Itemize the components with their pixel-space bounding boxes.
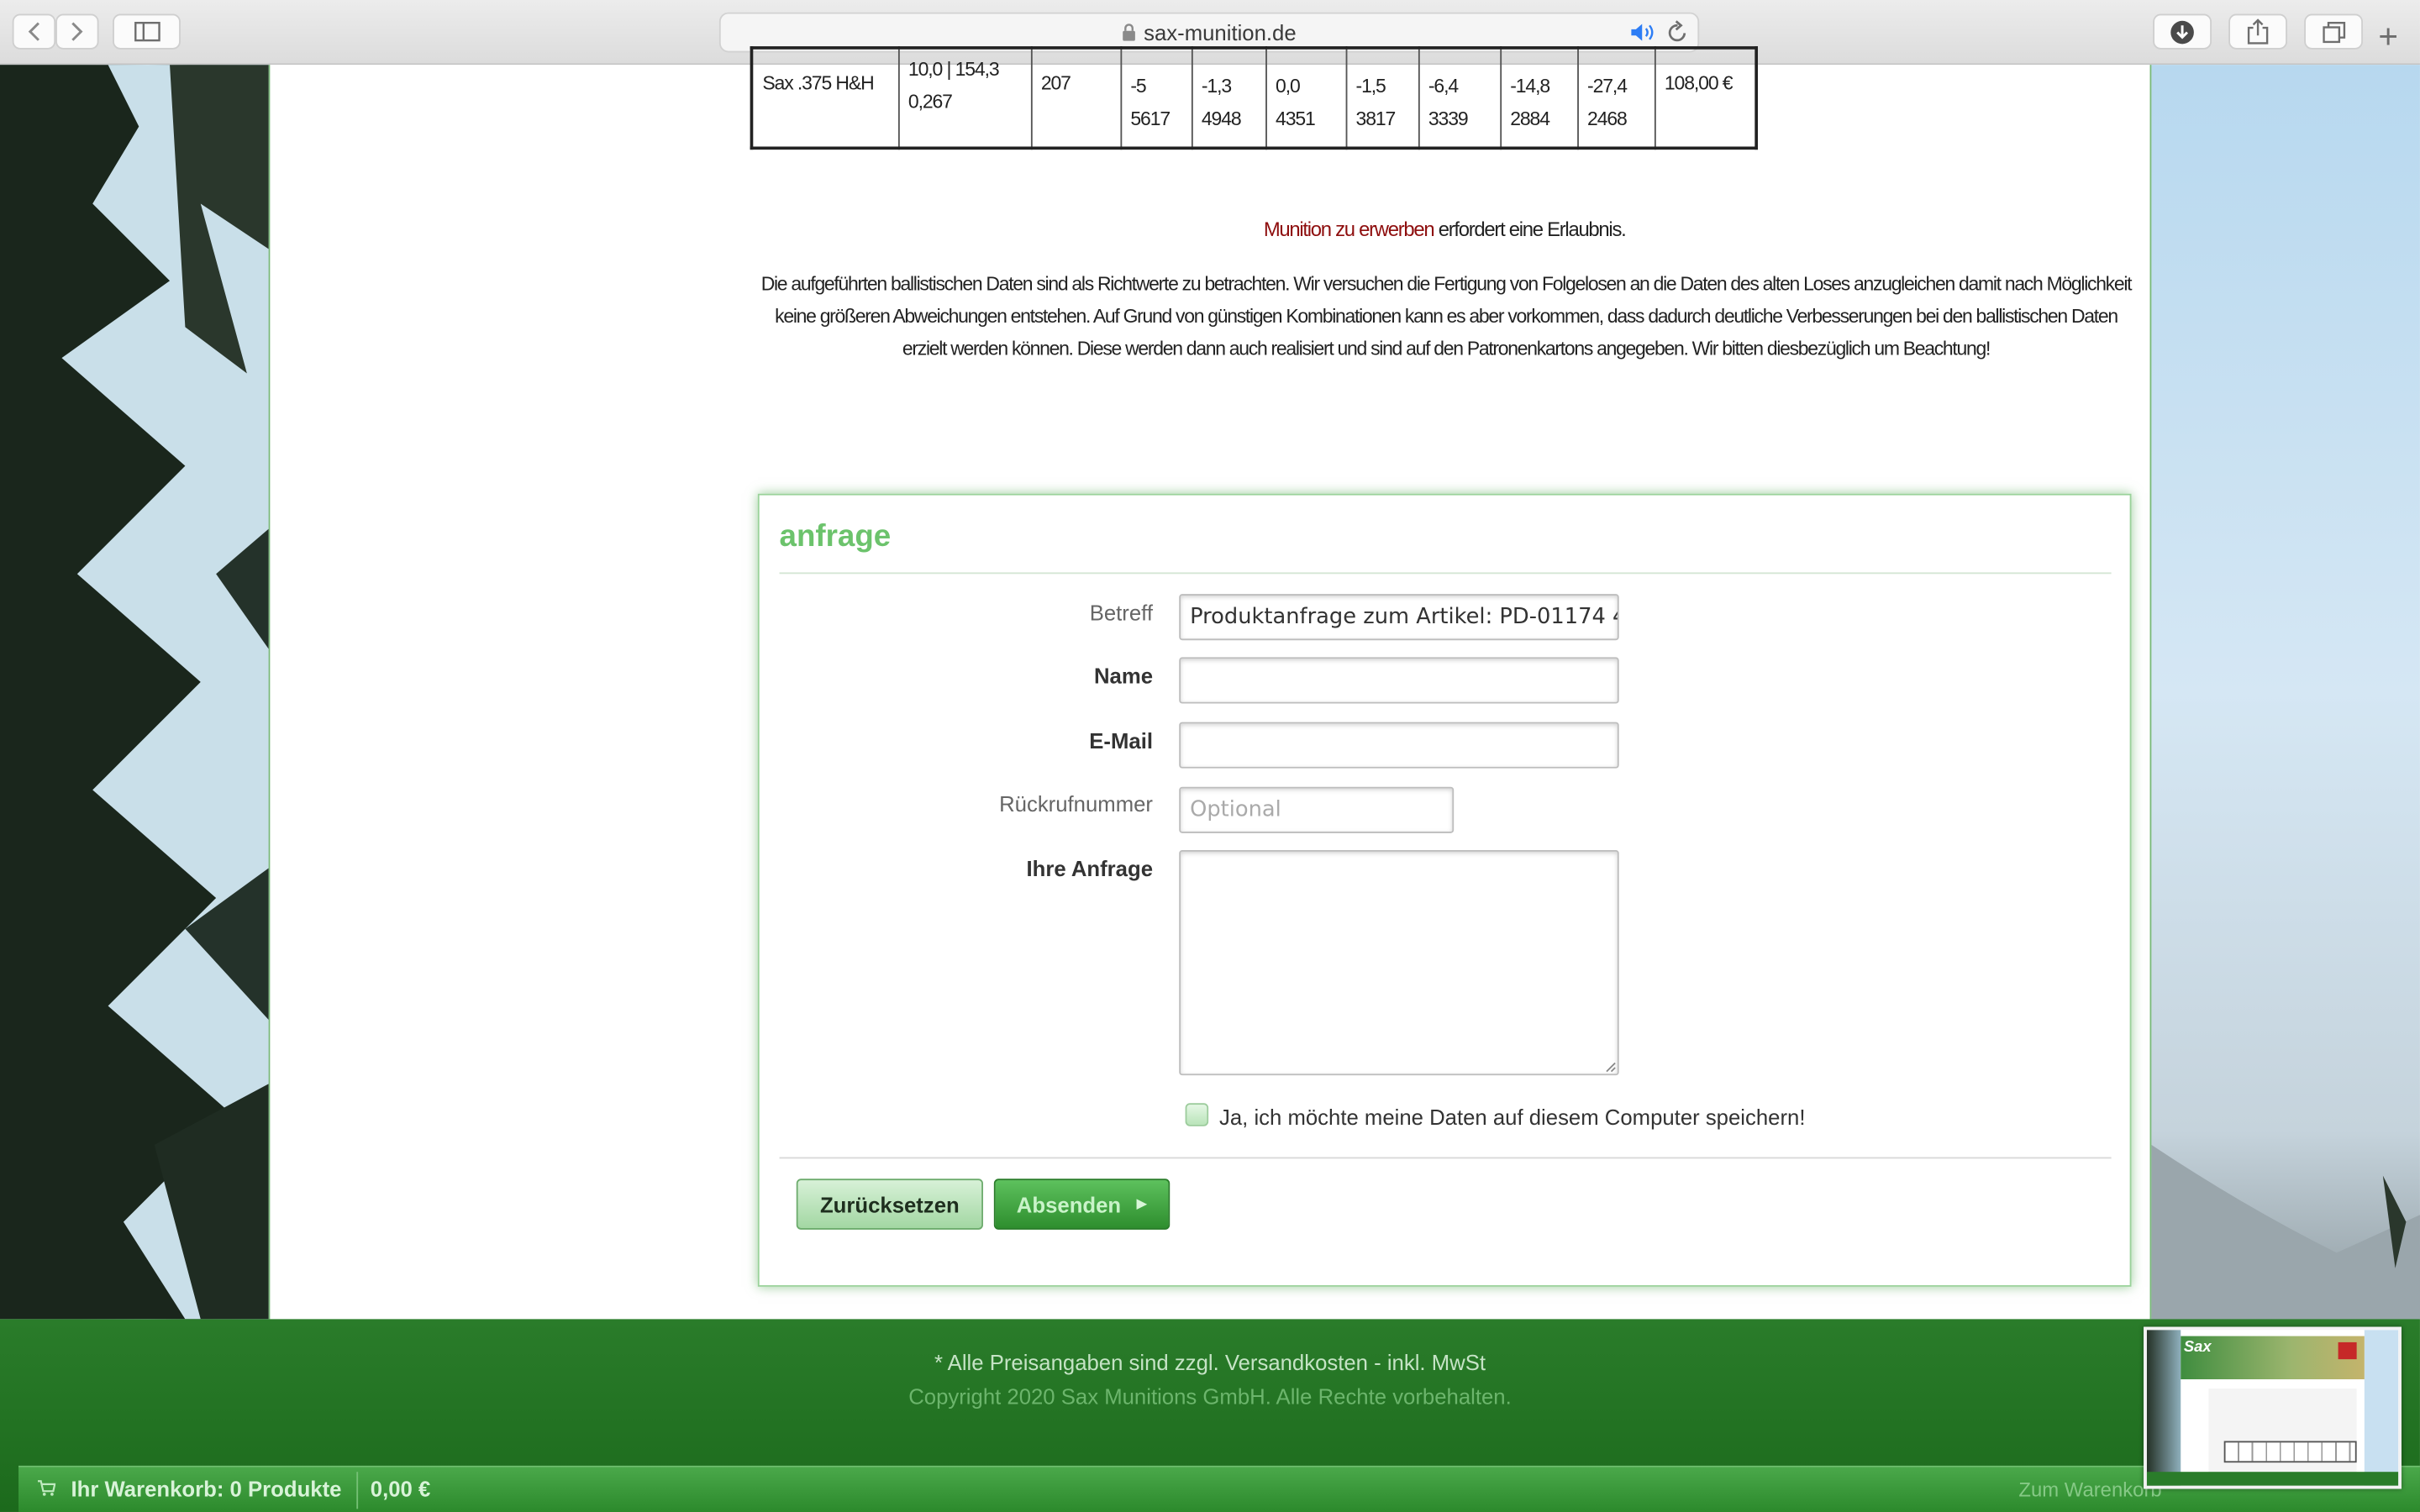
divider	[356, 1472, 359, 1509]
table-cell: -27,4 2468	[1576, 47, 1655, 150]
mountain-image	[2151, 1144, 2420, 1320]
cart-summary[interactable]: Ihr Warenkorb: 0 Produkte	[71, 1477, 341, 1501]
reset-button-label: Zurücksetzen	[819, 1191, 960, 1217]
callback-label: Rückrufnummer	[999, 791, 1154, 816]
divider	[779, 1157, 2112, 1159]
tree-silhouette-image	[0, 65, 269, 1320]
subject-label: Betreff	[1089, 600, 1154, 625]
downloads-button[interactable]	[2153, 13, 2212, 50]
share-icon	[2247, 18, 2269, 45]
ballistics-table: Sax .375 H&H 10,0 | 154,3 0,267 207 -5 561…	[750, 46, 1759, 150]
chevron-right-icon	[71, 22, 83, 41]
background-forest-left	[0, 65, 271, 1320]
divider	[779, 572, 2112, 575]
share-button[interactable]	[2228, 13, 2287, 50]
thumbnail-bg-left	[2146, 1330, 2181, 1486]
table-cell: 0,0 4351	[1265, 47, 1347, 150]
permit-link[interactable]: Munition zu erwerben	[1264, 218, 1435, 241]
message-label: Ihre Anfrage	[1026, 856, 1154, 881]
page-thumbnail[interactable]: Sax	[2144, 1326, 2402, 1489]
thumbnail-logo: Sax	[2183, 1339, 2212, 1357]
email-label: E-Mail	[1089, 727, 1154, 753]
cart-icon	[37, 1480, 56, 1496]
new-tab-button[interactable]: +	[2378, 17, 2398, 56]
download-icon	[2170, 19, 2194, 44]
url-text: sax-munition.de	[1144, 19, 1297, 45]
background-sky-right	[2149, 65, 2420, 1320]
main-content: Sax .375 H&H 10,0 | 154,3 0,267 207 -5 561…	[270, 46, 2150, 1320]
lock-icon	[1123, 24, 1136, 41]
message-textarea[interactable]	[1179, 850, 1619, 1076]
remember-checkbox[interactable]	[1185, 1103, 1209, 1126]
callback-input[interactable]: Optional	[1179, 786, 1455, 833]
plus-icon: +	[2378, 17, 2398, 56]
back-button[interactable]	[12, 13, 56, 50]
cart-total: 0,00 €	[370, 1476, 431, 1502]
tabs-overview-button[interactable]	[2304, 13, 2363, 50]
table-cell: 10,0 | 154,3 0,267	[897, 47, 1032, 150]
thumbnail-table	[2223, 1441, 2357, 1463]
submit-button-label: Absenden	[1016, 1191, 1122, 1217]
email-input[interactable]	[1179, 722, 1619, 769]
subject-input[interactable]: Produktanfrage zum Artikel: PD-01174 46 …	[1179, 594, 1619, 641]
table-cell: -1,3 4948	[1191, 47, 1267, 150]
name-input[interactable]	[1179, 657, 1619, 704]
copyright: Copyright 2020 Sax Munitions GmbH. Alle …	[908, 1383, 1512, 1409]
triangle-right-icon: ▶	[1136, 1195, 1148, 1211]
permit-text: erfordert eine Erlaubnis.	[1434, 217, 1627, 241]
table-cell: -6,4 3339	[1418, 47, 1502, 150]
submit-button[interactable]: Absenden ▶	[993, 1179, 1171, 1230]
goto-cart-link[interactable]: Zum Warenkorb	[2018, 1478, 2161, 1502]
cart-bar: Ihr Warenkorb: 0 Produkte 0,00 € Zum War…	[18, 1465, 2420, 1512]
table-cell-product: Sax .375 H&H	[750, 47, 899, 150]
table-cell: -5 5617	[1119, 47, 1192, 150]
sidebar-icon	[134, 21, 160, 42]
chevron-left-icon	[28, 22, 39, 41]
web-page: Sax .375 H&H 10,0 | 154,3 0,267 207 -5 561…	[0, 46, 2420, 1320]
reset-button[interactable]: Zurücksetzen	[796, 1179, 983, 1230]
reload-icon[interactable]	[1667, 20, 1689, 45]
speaker-icon[interactable]	[1630, 22, 1658, 44]
inquiry-form: anfrage Betreff Produktanfrage zum Artik…	[757, 493, 2132, 1287]
ballistics-disclaimer: Die aufgeführten ballistischen Daten sin…	[760, 273, 2133, 360]
resize-handle-icon[interactable]	[1603, 1060, 1616, 1073]
permit-notice: Munition zu erwerben erfordert eine Erla…	[749, 218, 2141, 241]
thumbnail-footer	[2146, 1472, 2399, 1486]
forward-button[interactable]	[55, 13, 99, 50]
table-row: Sax .375 H&H 10,0 | 154,3 0,267 207 -5 561…	[750, 47, 1758, 150]
table-cell: -14,8 2884	[1499, 47, 1579, 150]
name-label: Name	[1093, 663, 1154, 689]
table-cell: -1,5 3817	[1344, 47, 1419, 150]
sidebar-button[interactable]	[113, 13, 181, 50]
thumbnail-bg-right	[2364, 1330, 2399, 1486]
form-title: anfrage	[779, 519, 892, 554]
price-note: * Alle Preisangaben sind zzgl. Versandko…	[934, 1350, 1486, 1375]
remember-label: Ja, ich möchte meine Daten auf diesem Co…	[1218, 1105, 1806, 1130]
page-footer: * Alle Preisangaben sind zzgl. Versandko…	[0, 1319, 2420, 1512]
table-cell-price: 108,00 €	[1654, 47, 1758, 150]
table-cell: 207	[1029, 47, 1122, 150]
tabs-icon	[2322, 21, 2345, 43]
thumbnail-badge	[2338, 1341, 2357, 1360]
